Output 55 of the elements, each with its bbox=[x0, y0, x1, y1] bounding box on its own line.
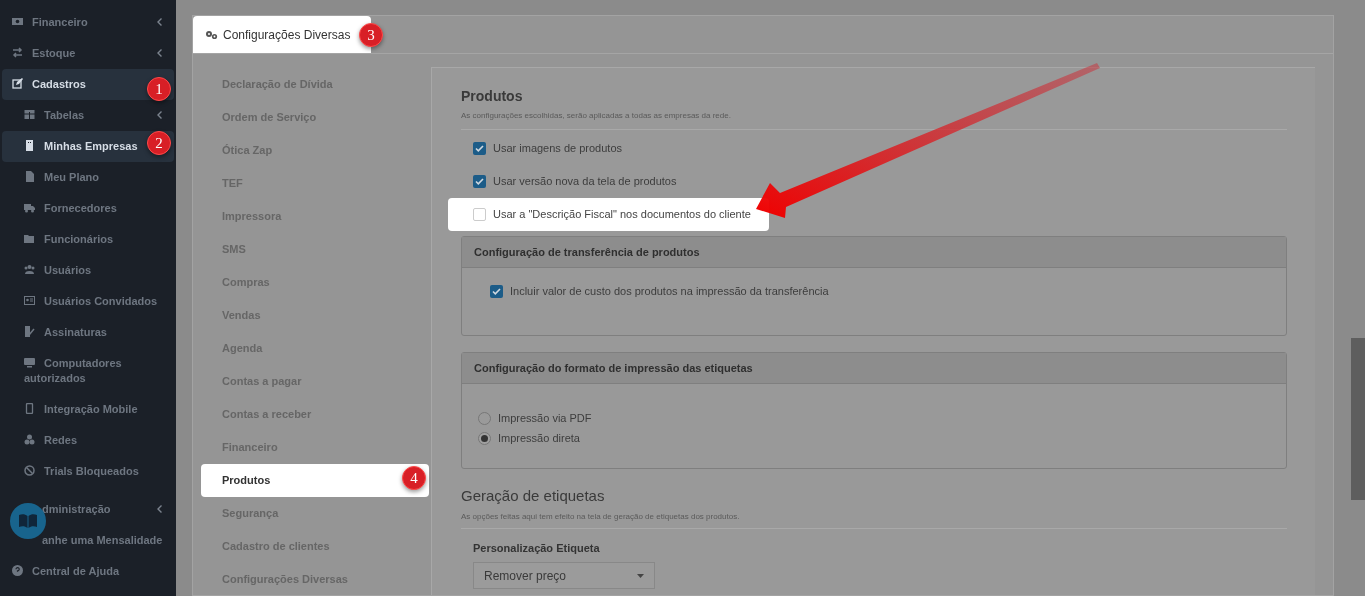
sidebar-item[interactable]: Meu Plano bbox=[2, 162, 174, 193]
checkbox[interactable] bbox=[473, 208, 486, 221]
checkbox[interactable] bbox=[490, 284, 503, 298]
radio-label: Impressão via PDF bbox=[498, 410, 592, 426]
sidebar-item[interactable]: dministração bbox=[2, 494, 174, 525]
sidebar-item[interactable]: Tabelas bbox=[2, 100, 174, 131]
group-title: Configuração de transferência de produtos bbox=[474, 244, 700, 260]
sidebar-item[interactable]: Usuários Convidados bbox=[2, 286, 174, 317]
section-title: Geração de etiquetas bbox=[461, 486, 606, 506]
id-card-icon bbox=[24, 295, 35, 306]
group-title: Configuração do formato de impressão das etiquetas bbox=[474, 360, 753, 376]
truck-icon bbox=[24, 202, 35, 213]
sidebar-item[interactable]: Central de Ajuda bbox=[2, 556, 174, 587]
ban-icon bbox=[24, 465, 35, 476]
sidebar-item[interactable]: anhe uma Mensalidade bbox=[2, 525, 174, 556]
phone-icon bbox=[24, 403, 35, 414]
sidebar-item[interactable]: Usuários bbox=[2, 255, 174, 286]
sidebar-item[interactable]: Funcionários bbox=[2, 224, 174, 255]
scrollbar[interactable] bbox=[1351, 338, 1365, 500]
sidebar-item[interactable]: Estoque bbox=[2, 38, 174, 69]
arrows-icon bbox=[12, 47, 23, 58]
checkbox[interactable] bbox=[473, 175, 486, 188]
checkbox[interactable] bbox=[473, 142, 486, 155]
sidebar-item[interactable]: Redes bbox=[2, 425, 174, 456]
field-label: Personalização Etiqueta bbox=[473, 540, 601, 556]
building-icon bbox=[24, 140, 35, 151]
money-icon bbox=[12, 16, 23, 27]
checkbox-label: Usar a "Descrição Fiscal" nos documentos do cliente bbox=[493, 207, 751, 223]
users-icon bbox=[24, 264, 35, 275]
radio-button[interactable] bbox=[478, 411, 491, 425]
signature-icon bbox=[24, 326, 35, 337]
select-field[interactable]: Remover preço bbox=[473, 562, 655, 589]
edit-icon bbox=[12, 78, 23, 89]
caret-icon bbox=[637, 573, 644, 578]
folder-icon bbox=[24, 233, 35, 244]
checkbox-label: Usar imagens de produtos bbox=[493, 141, 622, 157]
sidebar-item[interactable]: Financeiro bbox=[2, 7, 174, 38]
sidebar-item[interactable]: Trials Bloqueados bbox=[2, 456, 174, 487]
help-icon bbox=[12, 565, 23, 576]
cubes-icon bbox=[24, 434, 35, 445]
sidebar-item[interactable]: Fornecedores bbox=[2, 193, 174, 224]
sidebar-item[interactable]: Integração Mobile bbox=[2, 394, 174, 425]
checkbox-label: Usar versão nova da tela de produtos bbox=[493, 174, 677, 190]
sidebar-item[interactable]: Assinaturas bbox=[2, 317, 174, 348]
checkbox-label: Incluir valor de custo dos produtos na impressão da transferência bbox=[510, 284, 829, 299]
document-icon bbox=[24, 171, 35, 182]
gears-icon bbox=[205, 29, 218, 40]
radio-button[interactable] bbox=[478, 431, 491, 445]
section-title: Produtos bbox=[461, 87, 524, 106]
tab-label: Configurações Diversas bbox=[223, 26, 351, 44]
monitor-icon bbox=[24, 357, 35, 368]
table-icon bbox=[24, 109, 35, 120]
sidebar-item[interactable]: Computadores autorizados bbox=[2, 348, 174, 394]
book-icon bbox=[18, 513, 38, 529]
radio-label: Impressão direta bbox=[498, 430, 580, 446]
